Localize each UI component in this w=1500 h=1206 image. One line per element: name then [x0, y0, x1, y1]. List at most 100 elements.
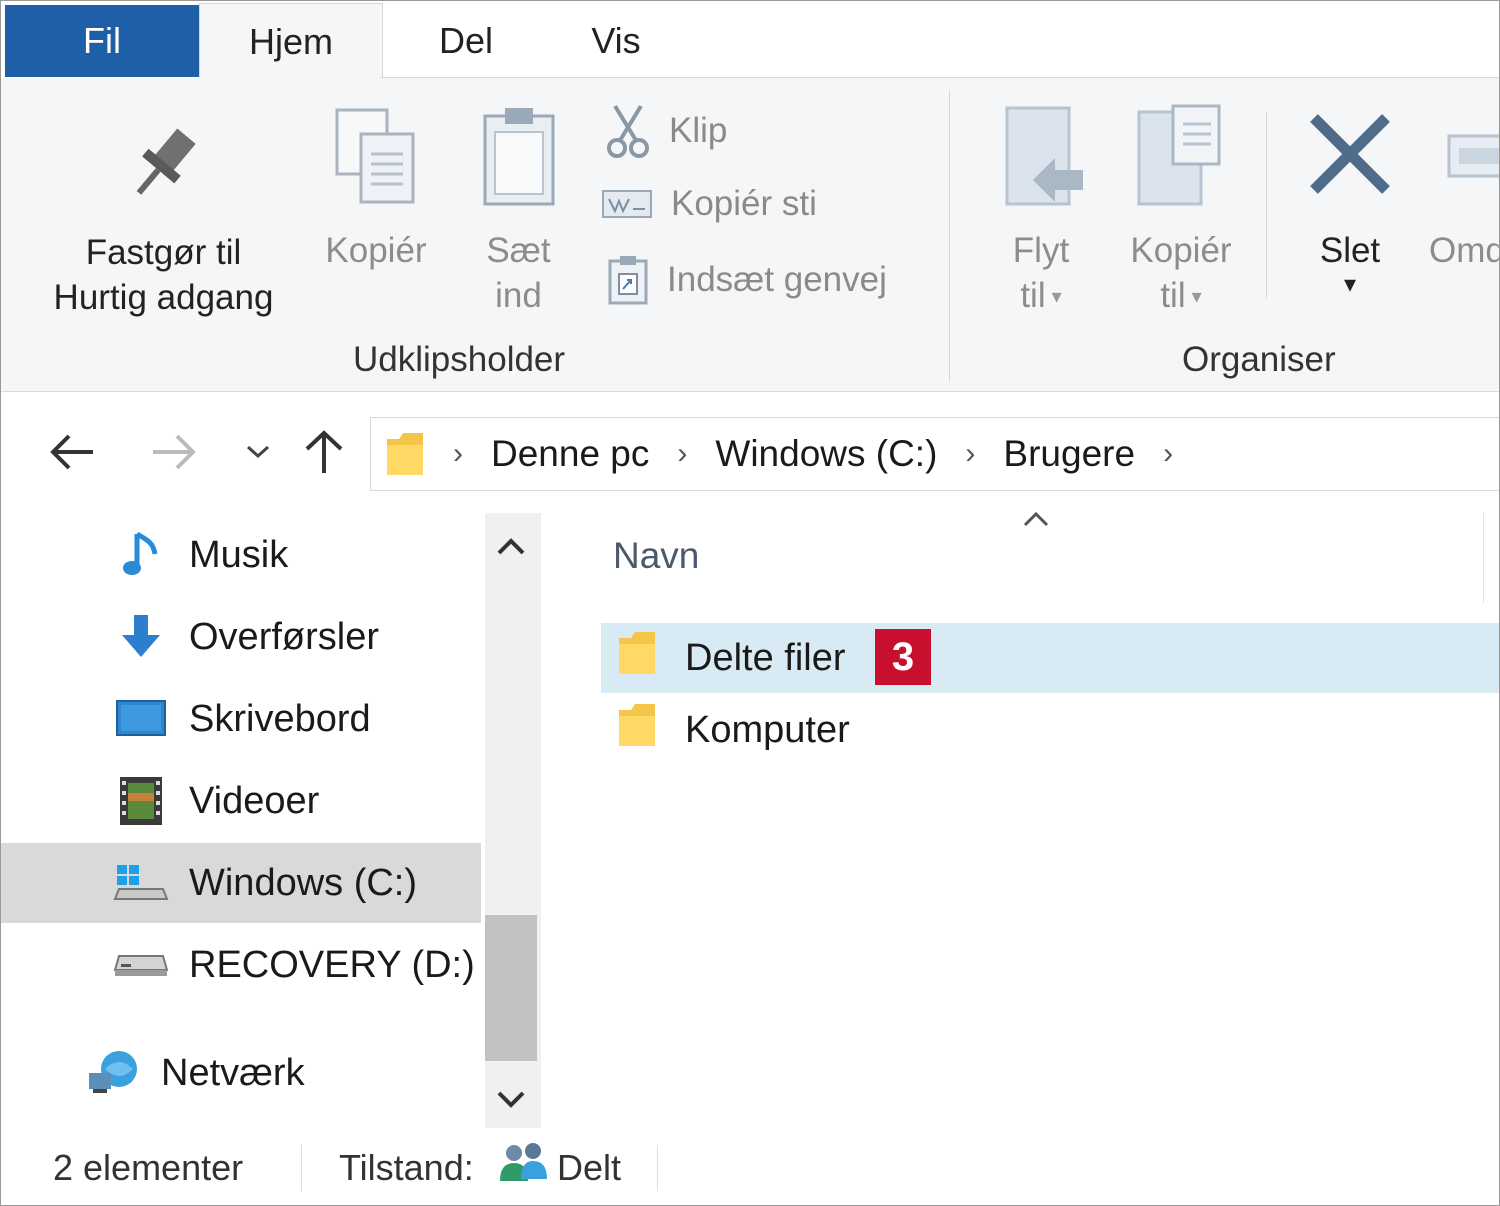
file-explorer-window: Fil Hjem Del Vis Fastgør til Hurtig adga… — [0, 0, 1500, 1206]
music-icon — [113, 527, 169, 583]
column-separator[interactable] — [1483, 513, 1484, 603]
tab-file[interactable]: Fil — [5, 5, 199, 77]
move-to-button[interactable]: Flyt til ▾ — [986, 104, 1096, 320]
step-badge: 3 — [875, 629, 931, 685]
scroll-down-icon[interactable] — [485, 1079, 537, 1119]
status-separator — [301, 1145, 302, 1191]
paste-shortcut-button[interactable]: Indsæt genvej — [607, 254, 887, 306]
rename-label: Omd — [1429, 231, 1500, 270]
copy-to-button[interactable]: Kopiér til ▾ — [1116, 104, 1246, 320]
nav-item-desktop[interactable]: Skrivebord — [1, 679, 481, 759]
breadcrumb-separator-icon: › — [1163, 437, 1174, 470]
cut-button[interactable]: Klip — [605, 104, 727, 158]
windows-drive-icon — [113, 855, 169, 911]
rename-icon — [1447, 134, 1499, 178]
pin-to-quick-access-button[interactable]: Fastgør til Hurtig adgang — [31, 118, 296, 320]
recent-locations-button[interactable] — [233, 427, 283, 477]
paste-button[interactable]: Sæt ind — [461, 104, 576, 318]
desktop-icon — [113, 691, 169, 747]
pin-label-line2: Hurtig adgang — [53, 278, 274, 317]
state-value: Delt — [557, 1147, 622, 1188]
navigation-scrollbar[interactable] — [485, 513, 541, 1128]
navigation-pane: Musik Overførsler Skrivebord Videoer Win… — [1, 513, 485, 1128]
nav-item-label: Videoer — [189, 779, 320, 822]
file-row-name: Delte filer — [685, 636, 846, 679]
tab-view[interactable]: Vis — [551, 5, 681, 77]
file-row-name: Komputer — [685, 708, 850, 751]
delete-button[interactable]: Slet ▾ — [1294, 108, 1406, 297]
move-to-icon — [1005, 106, 1083, 206]
nav-item-label: Skrivebord — [189, 697, 371, 740]
breadcrumb-separator-icon: › — [453, 437, 463, 470]
folder-icon — [617, 630, 657, 686]
nav-item-downloads[interactable]: Overførsler — [1, 597, 481, 677]
copy-path-label: Kopiér sti — [671, 184, 817, 223]
state-label: Tilstand: — [339, 1147, 474, 1188]
breadcrumb-separator-icon: › — [965, 437, 976, 470]
tab-home[interactable]: Hjem — [199, 3, 383, 80]
nav-item-label: Overførsler — [189, 615, 379, 658]
delete-x-icon — [1310, 114, 1390, 194]
pin-icon — [136, 128, 196, 195]
nav-item-music[interactable]: Musik — [1, 515, 481, 595]
file-list: Navn Delte filer 3 Komputer — [549, 511, 1499, 1128]
copy-label: Kopiér — [325, 231, 427, 270]
address-bar[interactable]: › Denne pc › Windows (C:) › Brugere › — [370, 417, 1499, 491]
drive-icon — [113, 937, 169, 993]
move-to-label-line1: Flyt — [1012, 231, 1070, 270]
file-row-komputer[interactable]: Komputer — [601, 695, 1499, 765]
clipboard-group-label: Udklipsholder — [353, 340, 566, 379]
nav-item-recovery-d[interactable]: RECOVERY (D:) — [1, 925, 481, 1005]
column-header-name[interactable]: Navn — [613, 535, 699, 577]
arrow-left-icon — [50, 434, 93, 470]
copy-icon — [335, 108, 415, 204]
rename-button[interactable]: Omd — [1429, 108, 1500, 273]
delete-dropdown-icon: ▾ — [1343, 271, 1357, 298]
chevron-down-icon — [246, 445, 270, 459]
nav-item-videos[interactable]: Videoer — [1, 761, 481, 841]
download-icon — [113, 609, 169, 665]
arrow-up-icon — [305, 430, 343, 473]
cut-label: Klip — [669, 111, 728, 150]
scroll-up-icon[interactable] — [485, 527, 537, 567]
move-to-label-line2: til ▾ — [1020, 276, 1062, 315]
status-bar: 2 elementer Tilstand: Delt — [1, 1129, 1499, 1205]
pin-label-line1: Fastgør til — [85, 233, 242, 272]
copy-to-label-line1: Kopiér — [1130, 231, 1232, 270]
breadcrumb-windows-c[interactable]: Windows (C:) — [715, 433, 937, 475]
back-button[interactable] — [47, 427, 97, 477]
scissors-icon — [607, 104, 649, 158]
scrollbar-thumb[interactable] — [485, 915, 537, 1061]
dropdown-caret-icon: ▾ — [1051, 286, 1062, 309]
nav-item-windows-c[interactable]: Windows (C:) — [1, 843, 481, 923]
item-count: 2 elementer — [53, 1147, 244, 1188]
paste-label-line1: Sæt — [486, 231, 551, 270]
nav-item-label: Netværk — [161, 1051, 305, 1094]
copy-path-button[interactable]: Kopiér sti — [601, 184, 817, 224]
nav-item-network[interactable]: Netværk — [1, 1033, 481, 1113]
copy-path-icon — [602, 190, 652, 218]
up-button[interactable] — [299, 427, 349, 477]
shared-users-icon — [500, 1143, 547, 1181]
forward-button[interactable] — [149, 427, 199, 477]
breadcrumb-separator-icon: › — [677, 437, 688, 470]
network-icon — [87, 1045, 143, 1101]
breadcrumb-users[interactable]: Brugere — [1003, 433, 1135, 475]
folder-icon — [387, 433, 423, 475]
video-icon — [113, 773, 169, 829]
dropdown-caret-icon: ▾ — [1191, 286, 1202, 309]
arrow-right-icon — [153, 434, 196, 470]
nav-item-label: RECOVERY (D:) — [189, 943, 475, 986]
organize-group-label: Organiser — [1182, 340, 1336, 379]
file-row-delte-filer[interactable]: Delte filer 3 — [601, 623, 1499, 693]
sort-ascending-icon — [1023, 511, 1049, 527]
breadcrumb-this-pc[interactable]: Denne pc — [491, 433, 649, 475]
paste-shortcut-icon — [608, 256, 648, 305]
folder-icon — [617, 702, 657, 758]
paste-label-line2: ind — [495, 276, 542, 315]
nav-item-label: Windows (C:) — [189, 861, 418, 904]
tab-share[interactable]: Del — [401, 5, 531, 77]
ribbon-group-separator — [949, 90, 950, 382]
nav-item-label: Musik — [189, 533, 289, 576]
copy-button[interactable]: Kopiér — [311, 104, 441, 273]
